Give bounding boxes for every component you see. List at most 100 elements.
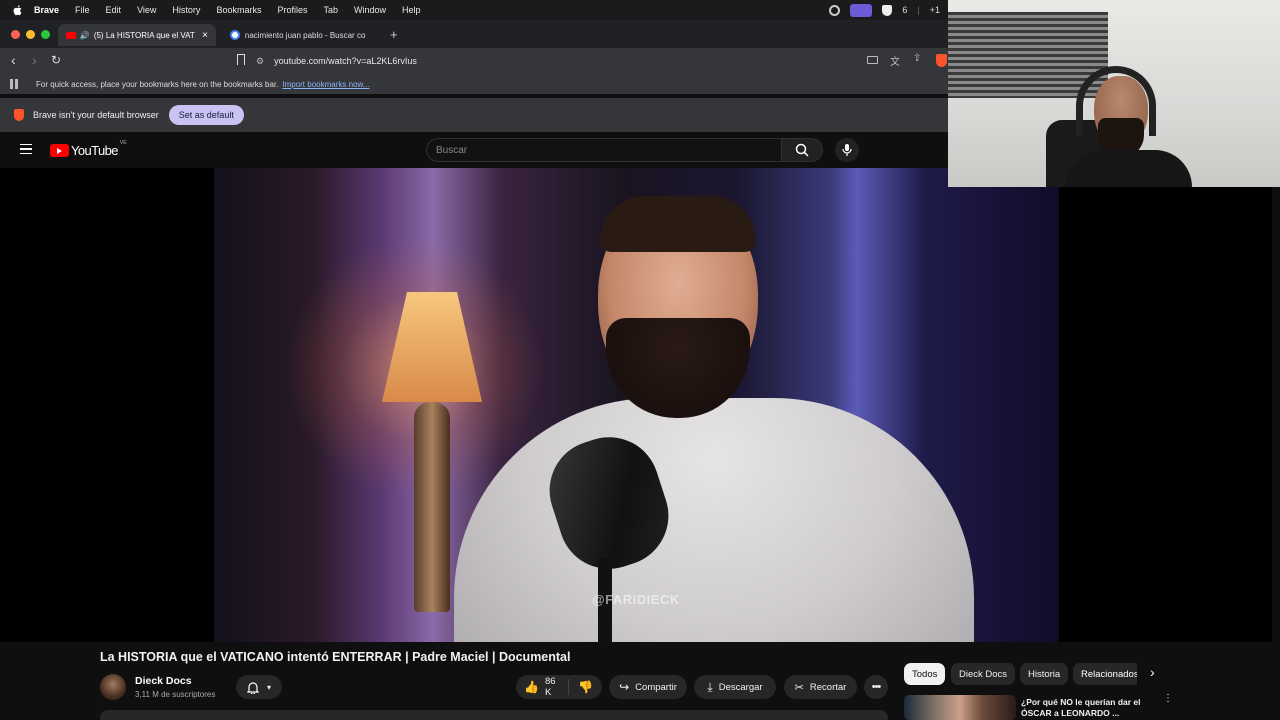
clip-label: Recortar [809,681,847,693]
bell-icon [246,681,259,694]
chips-next-icon[interactable]: › [1150,664,1155,680]
like-count: 86 K [544,676,556,698]
menu-view[interactable]: View [137,5,156,15]
menu-hamburger-icon[interactable] [20,144,32,154]
person-hair [600,196,756,252]
apps-grid-icon[interactable] [10,79,20,89]
description-box-top[interactable] [100,710,888,720]
cast-icon[interactable] [867,56,878,64]
thumbs-up-icon: 👍 [524,680,539,694]
search-button[interactable] [781,138,823,162]
lamp-base [414,402,450,612]
url-text: youtube.com/watch?v=aL2KL6rvIus [274,56,417,66]
chip-historia[interactable]: Historia [1020,663,1069,685]
tab-google-search[interactable]: nacimiento juan pablo - Buscar co [222,24,382,46]
infobar-message: Brave isn't your default browser [33,110,159,120]
more-horizontal-icon: ••• [871,681,882,693]
bookmarks-bar: For quick access, place your bookmarks h… [0,74,948,94]
youtube-logo-text: YouTube [71,143,118,158]
dislike-button[interactable]: 👎 [569,680,602,694]
share-button[interactable]: ↪ Compartir [609,675,687,699]
apple-icon[interactable] [12,4,24,16]
screen-record-icon[interactable] [850,3,873,17]
reload-icon[interactable]: ↻ [51,53,61,67]
translate-icon[interactable]: 文 [890,53,900,68]
webcam-shirt [1066,150,1192,187]
status-divider: | [917,5,920,15]
menubar-status-area: 6 | +1 [829,3,940,17]
status-count: 6 [902,5,908,15]
audio-playing-icon[interactable]: 🔊 [80,31,90,40]
video-title: La HISTORIA que el VATICANO intentó ENTE… [100,650,571,664]
site-settings-icon[interactable]: ⚙ [256,56,264,67]
search-icon [795,143,809,157]
vpn-shield-icon[interactable] [882,4,893,16]
status-extra[interactable]: +1 [930,5,940,15]
notification-bell-button[interactable]: ▾ [236,675,282,699]
chevron-down-icon: ▾ [266,682,271,692]
recommended-more-icon[interactable]: ⋮ [1163,694,1173,704]
like-dislike-group: 👍 86 K 👎 [516,675,602,699]
forward-icon[interactable]: › [32,52,37,68]
search-input[interactable]: Buscar [426,138,782,162]
menu-app-name[interactable]: Brave [34,5,59,15]
address-bar[interactable]: ⚙ youtube.com/watch?v=aL2KL6rvIus [256,51,876,71]
chip-relacionados-label: Relacionados [1081,668,1137,680]
channel-avatar[interactable] [100,674,126,700]
scissors-icon: ✂ [794,681,804,694]
download-button[interactable]: ⤓ Descargar [694,675,776,699]
chip-dieck-docs[interactable]: Dieck Docs [951,663,1016,685]
close-window-button[interactable] [11,30,20,39]
bookmark-icon[interactable] [237,54,245,65]
menu-help[interactable]: Help [402,5,421,15]
youtube-favicon-icon [66,31,76,39]
recommended-thumbnail[interactable] [904,695,1016,720]
default-browser-infobar: Brave isn't your default browser Set as … [0,98,948,132]
youtube-play-icon [50,144,69,157]
person-shirt [454,398,974,642]
chip-all[interactable]: Todos [904,663,946,685]
menu-file[interactable]: File [75,5,90,15]
brave-shields-icon[interactable] [936,54,947,67]
zoom-window-button[interactable] [41,30,50,39]
back-icon[interactable]: ‹ [11,52,16,68]
close-tab-icon[interactable]: × [202,30,208,41]
bookmarks-bar-message: For quick access, place your bookmarks h… [36,79,279,89]
menu-tab[interactable]: Tab [323,5,338,15]
more-actions-button[interactable]: ••• [864,675,888,699]
recommended-title-line2: ÓSCAR a LEONARDO ... [1021,708,1120,718]
menu-history[interactable]: History [172,5,200,15]
menu-profiles[interactable]: Profiles [277,5,307,15]
share-arrow-icon: ↪ [619,680,630,694]
menu-window[interactable]: Window [354,5,386,15]
import-bookmarks-link[interactable]: Import bookmarks now... [282,80,369,89]
youtube-logo[interactable]: YouTube VE [50,140,127,158]
google-favicon-icon [230,30,240,40]
microphone-icon [842,144,852,156]
video-watermark: @FARIDIECK [592,592,680,607]
status-circle-icon[interactable] [829,4,841,16]
tab-label: nacimiento juan pablo - Buscar co [244,30,366,40]
subscriber-count: 3,11 M de suscriptores [135,690,216,699]
tab-label: (5) La HISTORIA que el VAT [93,30,195,40]
menu-edit[interactable]: Edit [106,5,122,15]
minimize-window-button[interactable] [26,30,35,39]
set-as-default-button[interactable]: Set as default [168,105,244,125]
video-frame: @FARIDIECK [214,168,1059,642]
video-player[interactable]: @FARIDIECK [0,168,1272,642]
webcam-overlay [948,0,1280,187]
voice-search-button[interactable] [835,138,859,162]
clip-button[interactable]: ✂ Recortar [784,675,857,699]
menu-bookmarks[interactable]: Bookmarks [216,5,261,15]
share-icon[interactable]: ⇪ [913,53,921,64]
recommended-title-line1: ¿Por qué NO le querían dar el [1021,697,1141,707]
new-tab-icon[interactable]: + [390,27,398,42]
download-label: Descargar [718,681,763,693]
channel-name[interactable]: Dieck Docs [135,675,192,687]
brave-lion-icon [14,109,24,121]
tab-youtube[interactable]: 🔊 (5) La HISTORIA que el VAT × [58,24,216,46]
chip-relacionados[interactable]: Relacionados [1073,663,1137,685]
recommended-title[interactable]: ¿Por qué NO le querían dar el ÓSCAR a LE… [1021,697,1141,719]
like-button[interactable]: 👍 86 K [516,676,570,698]
browser-toolbar: ‹ › ↻ ⚙ youtube.com/watch?v=aL2KL6rvIus … [0,48,948,74]
